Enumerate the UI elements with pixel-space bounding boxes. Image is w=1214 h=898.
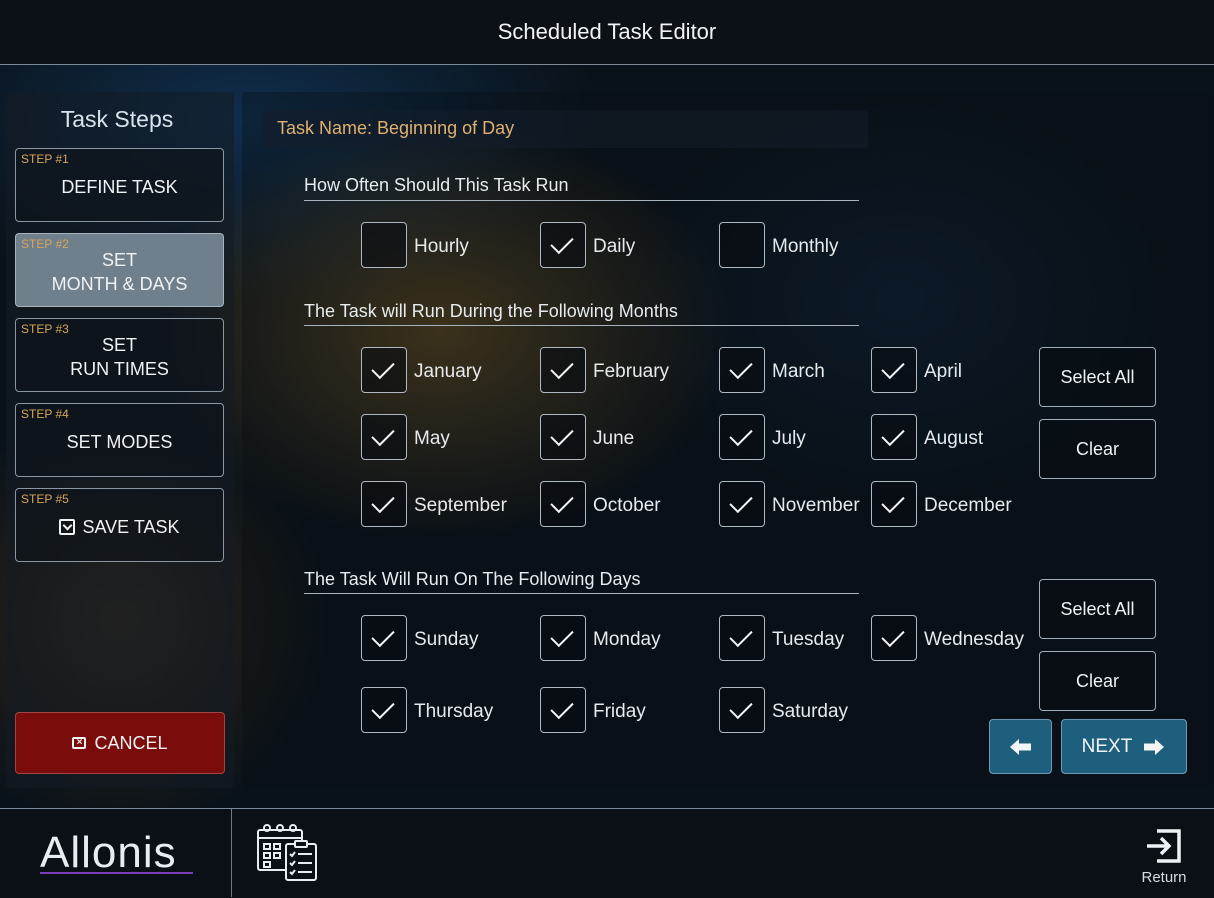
- frequency-option-label: Monthly: [772, 236, 839, 257]
- month-checkbox[interactable]: [361, 481, 407, 527]
- month-label: November: [772, 495, 860, 516]
- month-checkbox[interactable]: [719, 414, 765, 460]
- footer-divider: [231, 809, 232, 897]
- logo-underline: [40, 872, 193, 874]
- day-label: Tuesday: [772, 629, 845, 650]
- day-label: Wednesday: [924, 629, 1024, 650]
- step-set-run-times-button[interactable]: STEP #3 SET RUN TIMES: [15, 318, 224, 392]
- month-label: February: [593, 361, 670, 382]
- month-label: March: [772, 361, 825, 382]
- day-checkbox[interactable]: [540, 687, 586, 733]
- month-checkbox[interactable]: [540, 481, 586, 527]
- day-label: Saturday: [772, 701, 849, 722]
- return-label[interactable]: Return: [1136, 869, 1192, 886]
- months-section-title: The Task will Run During the Following M…: [304, 301, 678, 321]
- month-checkbox[interactable]: [361, 414, 407, 460]
- month-checkbox[interactable]: [361, 347, 407, 393]
- step-label: DEFINE TASK: [61, 177, 178, 197]
- day-label: Thursday: [414, 701, 494, 722]
- month-checkbox[interactable]: [871, 414, 917, 460]
- month-checkbox[interactable]: [871, 347, 917, 393]
- step-save-task-button[interactable]: STEP #5 SAVE TASK: [15, 488, 224, 562]
- day-label: Friday: [593, 701, 646, 722]
- task-name: Task Name: Beginning of Day: [277, 118, 515, 138]
- save-icon: [59, 519, 76, 535]
- month-checkbox[interactable]: [540, 414, 586, 460]
- section-divider: [304, 593, 859, 594]
- day-checkbox[interactable]: [719, 615, 765, 661]
- month-label: December: [924, 495, 1012, 516]
- calendar-task-icon[interactable]: [256, 822, 320, 882]
- footer-bar: [0, 808, 1214, 898]
- cancel-label: CANCEL: [94, 732, 168, 753]
- back-button[interactable]: [989, 719, 1052, 774]
- days-clear-button[interactable]: Clear: [1039, 651, 1156, 711]
- day-checkbox[interactable]: [361, 687, 407, 733]
- step-label: SAVE TASK: [82, 517, 180, 537]
- month-label: September: [414, 495, 507, 516]
- month-label: July: [772, 428, 806, 449]
- section-divider: [304, 200, 859, 201]
- month-checkbox[interactable]: [719, 481, 765, 527]
- step-label-wrap: SAVE TASK: [16, 489, 223, 561]
- arrow-left-icon: [1009, 738, 1031, 755]
- day-checkbox[interactable]: [540, 615, 586, 661]
- month-checkbox[interactable]: [719, 347, 765, 393]
- month-label: October: [593, 495, 661, 516]
- step-set-modes-button[interactable]: STEP #4 SET MODES: [15, 403, 224, 477]
- days-section-title: The Task Will Run On The Following Days: [304, 569, 641, 589]
- month-label: May: [414, 428, 450, 449]
- return-icon[interactable]: [1143, 825, 1185, 867]
- next-label: NEXT: [1081, 735, 1133, 757]
- frequency-checkbox[interactable]: [719, 222, 765, 268]
- page-title: Scheduled Task Editor: [497, 19, 717, 44]
- day-label: Sunday: [414, 629, 479, 650]
- allonis-logo: Allonis: [40, 828, 177, 877]
- months-select-all-button[interactable]: Select All: [1039, 347, 1156, 407]
- month-label: August: [924, 428, 984, 449]
- day-checkbox[interactable]: [719, 687, 765, 733]
- month-label: June: [593, 428, 635, 449]
- frequency-checkbox[interactable]: [540, 222, 586, 268]
- close-box-icon: ×: [72, 737, 87, 749]
- day-checkbox[interactable]: [871, 615, 917, 661]
- step-label: SET MONTH & DAYS: [51, 250, 188, 294]
- day-label: Monday: [593, 629, 661, 650]
- next-button[interactable]: NEXT: [1061, 719, 1187, 774]
- day-checkbox[interactable]: [361, 615, 407, 661]
- days-select-all-button[interactable]: Select All: [1039, 579, 1156, 639]
- cancel-button[interactable]: × CANCEL: [15, 712, 225, 774]
- step-label: SET RUN TIMES: [70, 335, 169, 379]
- step-define-task-button[interactable]: STEP #1 DEFINE TASK: [15, 148, 224, 222]
- section-divider: [304, 325, 859, 326]
- month-checkbox[interactable]: [871, 481, 917, 527]
- step-label: SET MODES: [66, 432, 173, 452]
- step-set-month-days-button[interactable]: STEP #2 SET MONTH & DAYS: [15, 233, 224, 307]
- month-checkbox[interactable]: [540, 347, 586, 393]
- month-label: January: [414, 361, 482, 382]
- months-clear-button[interactable]: Clear: [1039, 419, 1156, 479]
- frequency-option-label: Daily: [593, 236, 636, 257]
- title-bar: Scheduled Task Editor: [0, 0, 1214, 65]
- month-label: April: [924, 361, 963, 382]
- frequency-section-title: How Often Should This Task Run: [304, 175, 569, 195]
- arrow-right-icon: [1144, 738, 1165, 755]
- task-steps-title: Task Steps: [60, 106, 174, 132]
- frequency-option-label: Hourly: [414, 236, 469, 257]
- frequency-checkbox[interactable]: [361, 222, 407, 268]
